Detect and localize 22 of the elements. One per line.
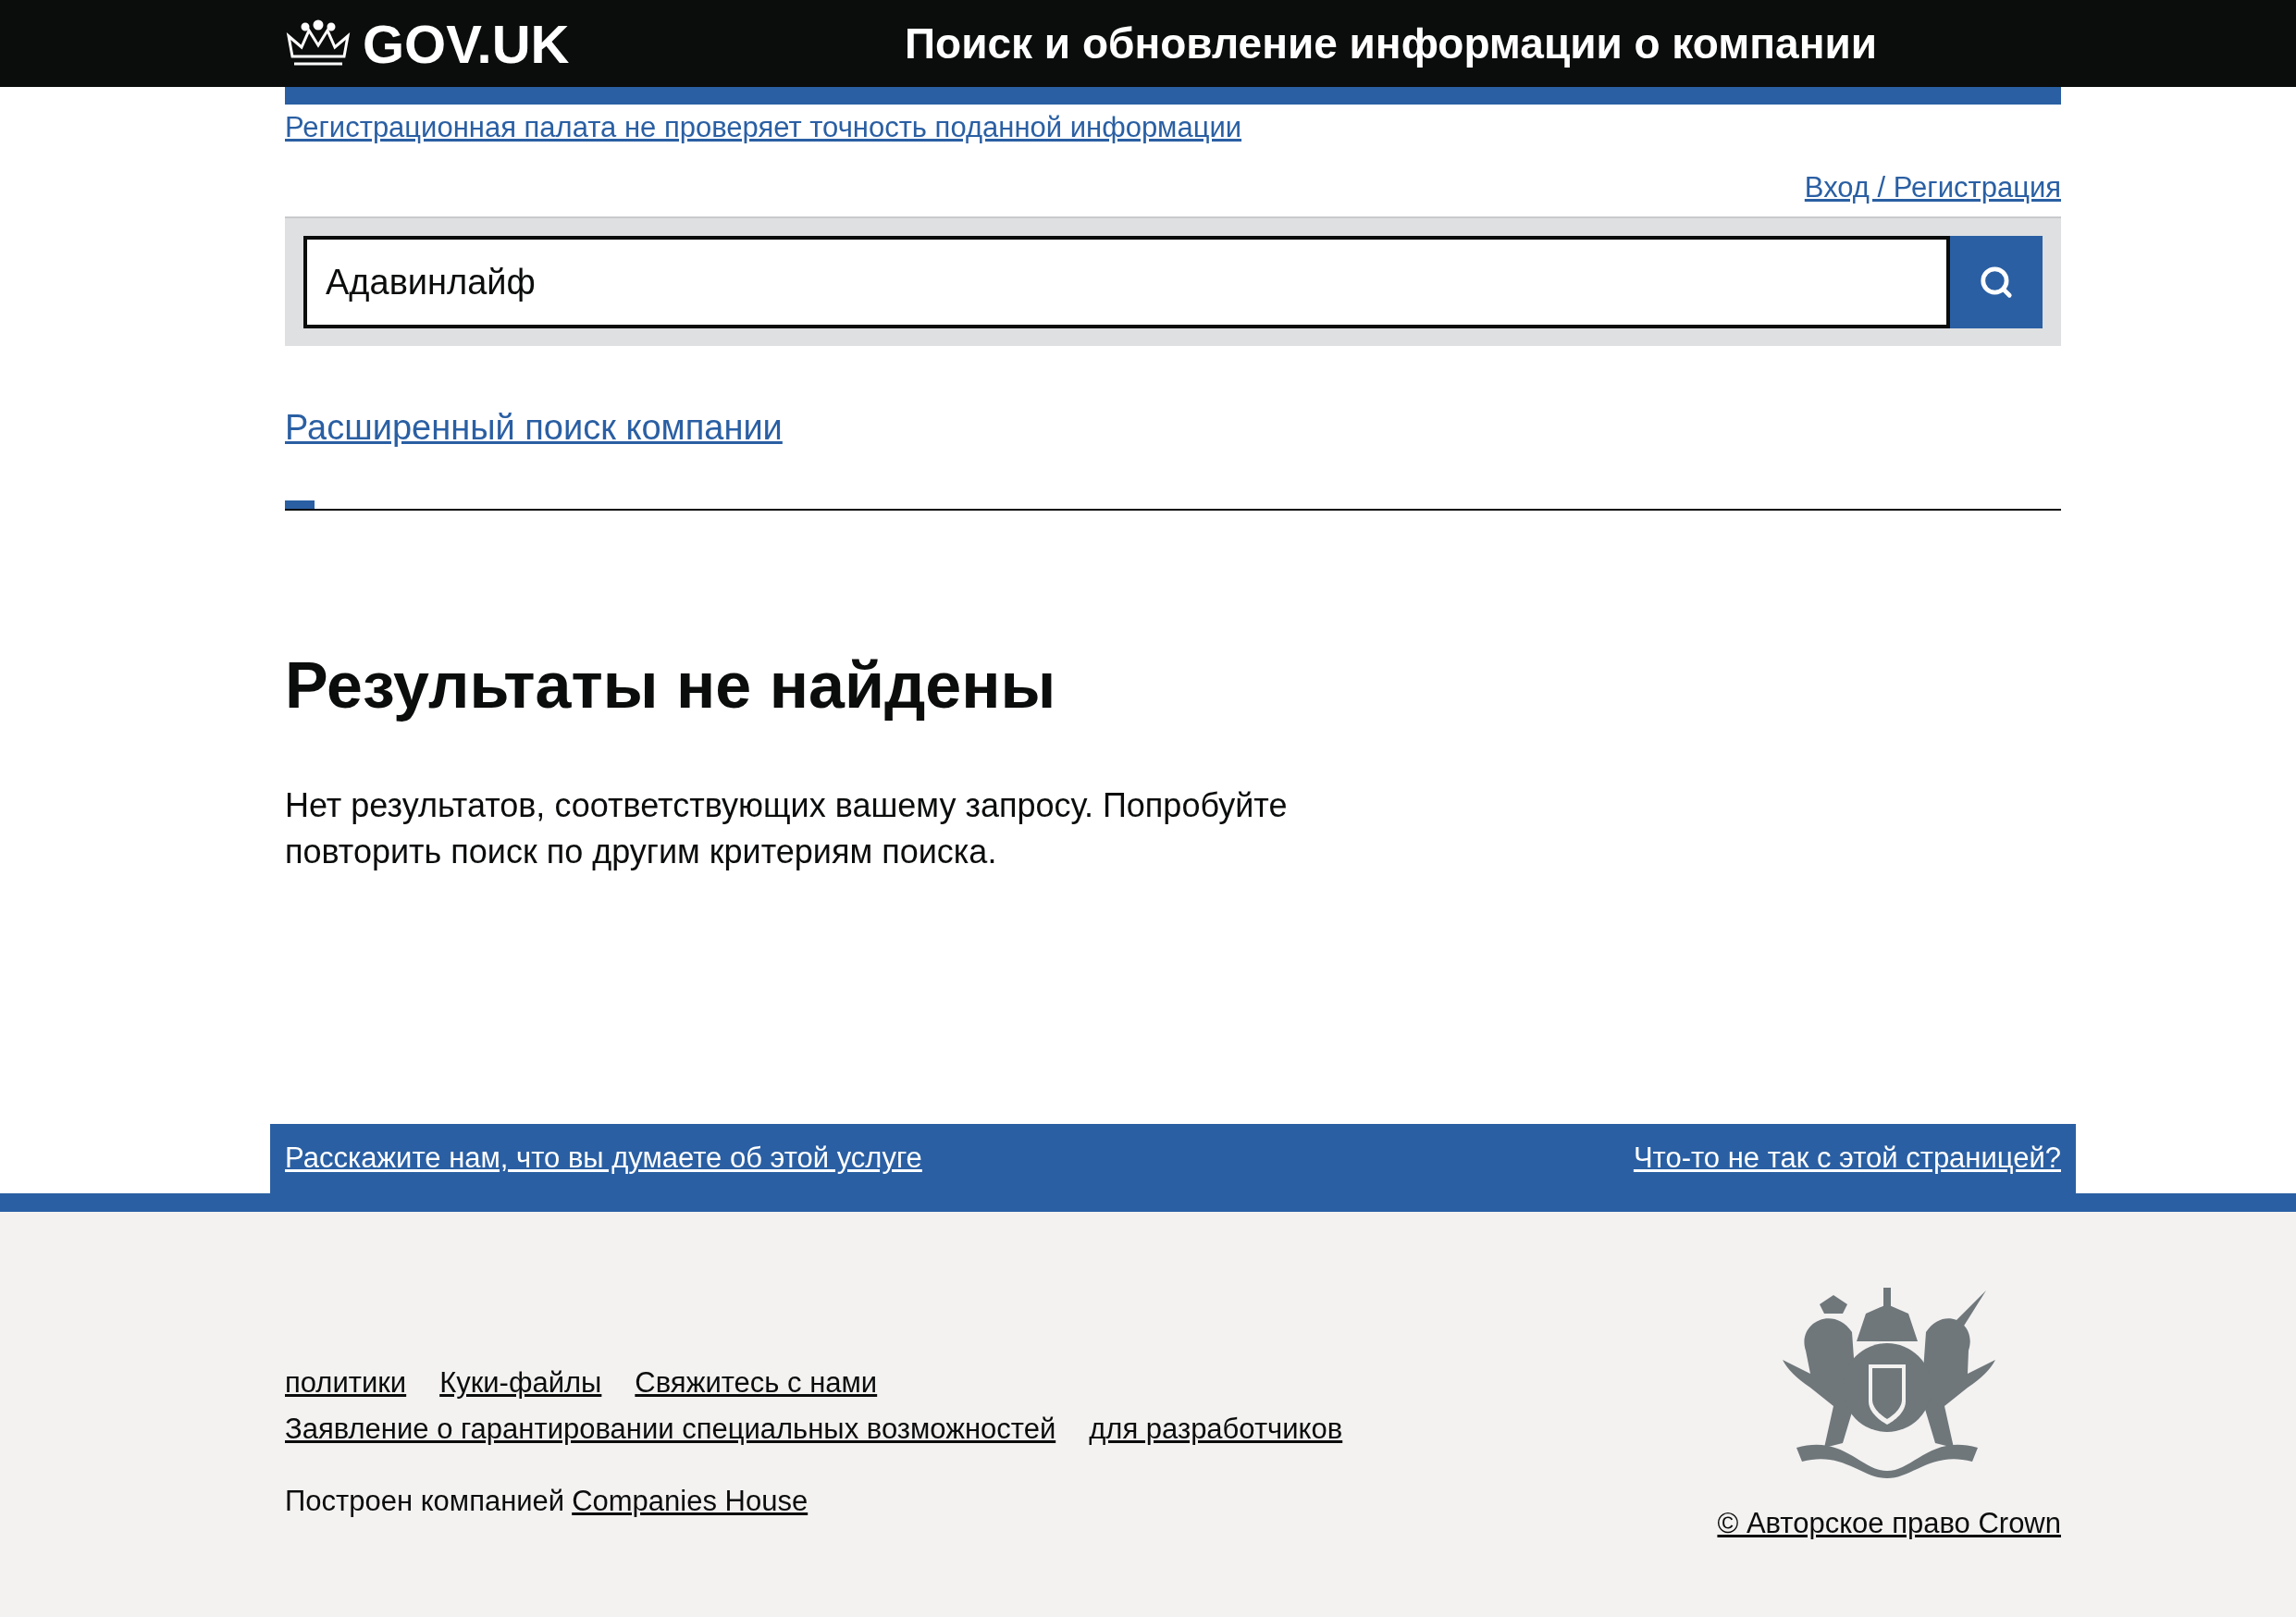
results-message: Нет результатов, соответствующих вашему запросу. Попробуйте повторить поиск по другим критериям поиска. xyxy=(285,784,1289,872)
footer-link[interactable]: для разработчиков xyxy=(1089,1407,1343,1451)
footer-link[interactable]: Заявление о гарантировании специальных возможностей xyxy=(285,1407,1056,1451)
footer-link[interactable]: политики xyxy=(285,1361,407,1405)
copyright-link[interactable]: © Авторское право Crown xyxy=(1717,1502,2061,1546)
footer-link[interactable]: Свяжитесь с нами xyxy=(635,1361,878,1405)
sign-in-link[interactable]: Вход / Регистрация xyxy=(1804,166,2061,209)
accuracy-notice-link[interactable]: Регистрационная палата не проверяет точность поданной информации xyxy=(285,106,1242,150)
search-button[interactable] xyxy=(1950,236,2043,328)
search-field[interactable]: Адавинлайф xyxy=(303,236,1950,328)
crown-icon xyxy=(285,19,352,68)
footer-link[interactable]: Куки-файлы xyxy=(439,1361,602,1405)
companies-house-link[interactable]: Companies House xyxy=(572,1480,809,1524)
govuk-logo-link[interactable]: GOV.UK xyxy=(285,3,905,84)
feedback-link[interactable]: Расскажите нам, что вы думаете об этой услуге xyxy=(285,1137,922,1180)
search-icon xyxy=(1979,265,2014,300)
results-heading: Результаты не найдены xyxy=(285,648,1057,723)
report-problem-link[interactable]: Что-то не так с этой страницей? xyxy=(1633,1137,2061,1180)
tab-indicator xyxy=(285,500,315,510)
advanced-search-link[interactable]: Расширенный поиск компании xyxy=(285,401,783,454)
service-name: Поиск и обновление информации о компании xyxy=(905,18,1877,69)
built-by-text: Построен компанией xyxy=(285,1484,565,1519)
